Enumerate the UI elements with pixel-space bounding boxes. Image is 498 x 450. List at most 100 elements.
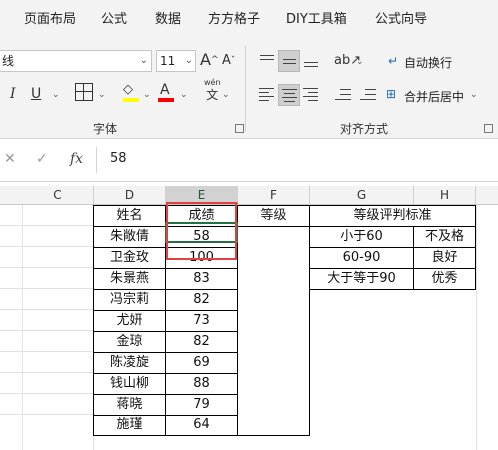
borders-button[interactable] xyxy=(75,83,93,101)
pinyin-label: wén xyxy=(204,78,221,87)
group-label-font: 字体 xyxy=(93,122,118,136)
pinyin-button[interactable]: wén 文 xyxy=(204,78,221,102)
caret-down-icon: ˇ xyxy=(230,56,236,66)
table-cell-name[interactable]: 钱山柳 xyxy=(94,374,166,395)
chevron-down-icon[interactable]: ⌄ xyxy=(222,90,230,100)
shrink-font-button[interactable]: Aˇ xyxy=(222,51,235,71)
caret-up-icon: ^ xyxy=(210,55,219,65)
fill-color-button[interactable]: ◇ xyxy=(123,80,133,100)
align-right-button[interactable] xyxy=(300,84,322,106)
chevron-down-icon[interactable]: ⌄ xyxy=(143,90,151,100)
wrap-text-button[interactable]: 自动换行 xyxy=(404,54,452,71)
tab-fangfang[interactable]: 方方格子 xyxy=(208,0,260,38)
pinyin-char: 文 xyxy=(206,88,219,102)
paint-bucket-icon: ◇ xyxy=(123,82,133,97)
decrease-indent-button[interactable] xyxy=(332,84,354,106)
table-cell-name[interactable]: 蒋晓 xyxy=(94,395,166,416)
formula-bar-divider xyxy=(96,147,97,173)
table-cell-name[interactable]: 金琼 xyxy=(94,332,166,353)
wrap-text-icon[interactable]: ↵ xyxy=(388,51,398,71)
ribbon-divider xyxy=(245,46,246,132)
column-header-d[interactable]: D xyxy=(94,186,166,204)
align-top-button[interactable] xyxy=(256,50,278,72)
tab-diy-toolbox[interactable]: DIY工具箱 xyxy=(286,0,347,38)
worksheet-grid[interactable]: 姓名 成绩 朱敞倩 58 卫金玫 100 朱景燕 83 冯宗莉 82 尤妍 73… xyxy=(0,205,498,450)
font-color-button[interactable]: A xyxy=(160,80,170,100)
table-cell-score[interactable]: 79 xyxy=(166,395,238,416)
table-cell-name[interactable]: 陈凌旋 xyxy=(94,353,166,374)
table-cell-name[interactable]: 施瑾 xyxy=(94,415,166,436)
alignment-dialog-launcher-icon[interactable] xyxy=(484,124,493,133)
cancel-icon[interactable]: ✕ xyxy=(4,151,16,167)
font-color-bar xyxy=(158,98,174,102)
chevron-down-icon[interactable]: ⌄ xyxy=(52,90,60,100)
chevron-down-icon: ⌄ xyxy=(184,55,193,66)
red-highlight-annotation xyxy=(166,202,237,260)
table-cell-name[interactable]: 尤妍 xyxy=(94,311,166,332)
font-size-select[interactable]: 11 ⌄ xyxy=(156,50,196,72)
italic-button[interactable]: I xyxy=(10,84,16,104)
font-dialog-launcher-icon[interactable] xyxy=(235,124,244,133)
criteria-table: 等级评判标准 小于60 不及格 60-90 良好 大于等于90 优秀 xyxy=(310,205,476,290)
grow-font-button[interactable]: A^ xyxy=(200,50,219,70)
align-center-button[interactable] xyxy=(278,84,300,106)
merge-center-button[interactable]: 合并后居中 xyxy=(404,88,464,105)
table-cell-score[interactable]: 73 xyxy=(166,311,238,332)
table-cell-name[interactable]: 卫金玫 xyxy=(94,248,166,269)
table-cell-name[interactable]: 冯宗莉 xyxy=(94,290,166,311)
chevron-down-icon[interactable]: ⌄ xyxy=(98,90,106,100)
criteria-condition[interactable]: 小于60 xyxy=(310,227,414,248)
font-name-select[interactable]: 线 ⌄ xyxy=(0,50,152,72)
tab-formulas[interactable]: 公式 xyxy=(101,0,127,38)
grow-font-letter: A xyxy=(200,50,211,69)
border-grid-icon-h xyxy=(76,91,92,92)
tab-formula-wizard[interactable]: 公式向导 xyxy=(375,0,427,38)
criteria-grade[interactable]: 优秀 xyxy=(414,269,476,290)
tab-page-layout[interactable]: 页面布局 xyxy=(24,0,76,38)
criteria-condition[interactable]: 60-90 xyxy=(310,248,414,269)
chevron-down-icon[interactable]: ⌄ xyxy=(180,90,188,100)
border-grid-icon xyxy=(83,84,84,100)
table-cell-score[interactable]: 88 xyxy=(166,374,238,395)
criteria-grade[interactable]: 良好 xyxy=(414,248,476,269)
font-size-value: 11 xyxy=(160,54,176,68)
table-header-name[interactable]: 姓名 xyxy=(94,206,166,227)
table-cell-score[interactable]: 69 xyxy=(166,353,238,374)
grade-table-last-row: 施瑾 64 xyxy=(93,415,238,436)
align-bottom-button[interactable] xyxy=(300,50,322,72)
table-cell-name[interactable]: 朱景燕 xyxy=(94,269,166,290)
underline-button[interactable]: U xyxy=(31,84,41,104)
increase-indent-button[interactable] xyxy=(357,84,379,106)
column-header-h[interactable]: H xyxy=(414,186,476,204)
insert-function-icon[interactable]: fx xyxy=(70,151,83,167)
criteria-title[interactable]: 等级评判标准 xyxy=(310,206,476,227)
formula-bar: ✕ ✓ fx 58 xyxy=(0,139,498,182)
column-header-f[interactable]: F xyxy=(238,186,310,204)
ribbon-tab-bar: 页面布局 公式 数据 方方格子 DIY工具箱 公式向导 xyxy=(0,0,498,38)
table-cell-score[interactable]: 82 xyxy=(166,290,238,311)
tab-data[interactable]: 数据 xyxy=(155,0,181,38)
table-cell-name[interactable]: 朱敞倩 xyxy=(94,227,166,248)
fill-color-bar xyxy=(123,98,139,102)
table-cell-score[interactable]: 83 xyxy=(166,269,238,290)
column-header-g[interactable]: G xyxy=(310,186,414,204)
shrink-font-letter: A xyxy=(222,53,231,68)
table-header-grade[interactable]: 等级 xyxy=(238,206,309,227)
merge-center-icon[interactable]: ⊞ xyxy=(386,84,396,104)
formula-input[interactable]: 58 xyxy=(110,151,127,166)
chevron-down-icon: ⌄ xyxy=(139,55,148,66)
chevron-down-icon[interactable]: ⌄ xyxy=(470,90,478,100)
chevron-down-icon[interactable]: ⌄ xyxy=(356,57,364,67)
table-cell-score[interactable]: 82 xyxy=(166,332,238,353)
enter-icon[interactable]: ✓ xyxy=(36,151,48,167)
table-cell-score[interactable]: 64 xyxy=(166,415,238,436)
column-header-bar: C D E F G H xyxy=(0,186,498,205)
align-left-button[interactable] xyxy=(256,84,278,106)
grade-column: 等级 xyxy=(238,205,310,436)
column-header-c[interactable]: C xyxy=(22,186,94,204)
font-name-value: 线 xyxy=(2,54,15,68)
criteria-grade[interactable]: 不及格 xyxy=(414,227,476,248)
criteria-condition[interactable]: 大于等于90 xyxy=(310,269,414,290)
group-label-alignment: 对齐方式 xyxy=(340,122,389,136)
align-middle-button[interactable] xyxy=(278,50,300,72)
